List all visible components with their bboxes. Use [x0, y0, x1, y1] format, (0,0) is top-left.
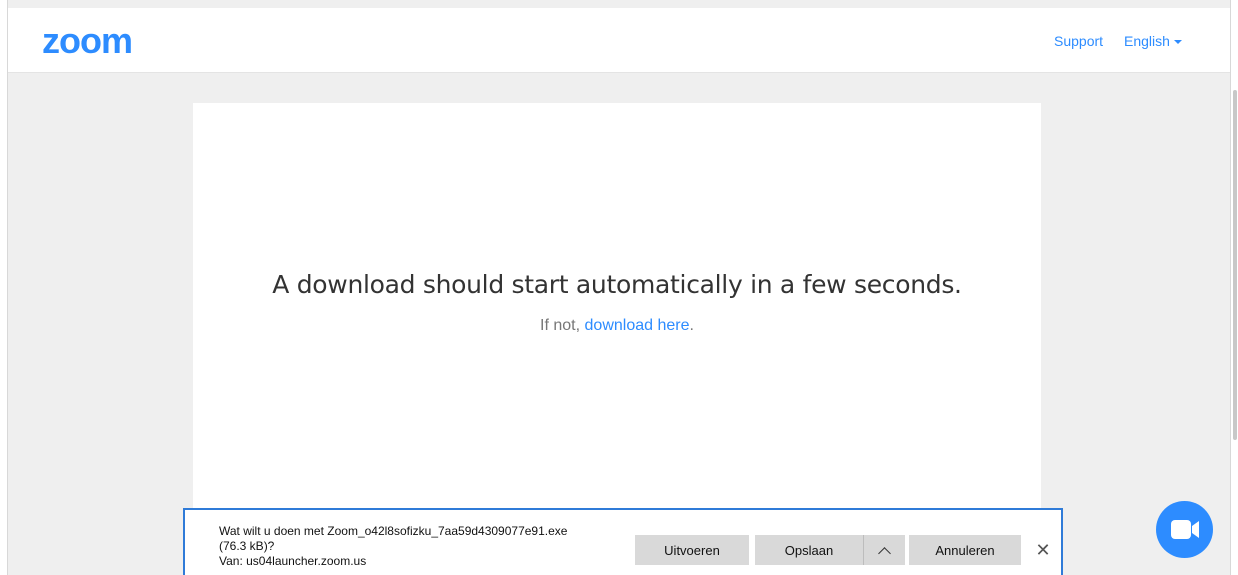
- support-link[interactable]: Support: [1054, 33, 1103, 49]
- language-selector[interactable]: English: [1124, 33, 1182, 49]
- download-subline: If not, download here.: [193, 317, 1041, 335]
- scrollbar-thumb[interactable]: [1233, 90, 1237, 440]
- download-card: A download should start automatically in…: [193, 103, 1041, 513]
- run-button[interactable]: Uitvoeren: [635, 535, 749, 565]
- download-here-link[interactable]: download here: [585, 317, 690, 334]
- site-header: zoom Support English: [8, 8, 1230, 73]
- language-label: English: [1124, 33, 1170, 49]
- download-prompt-filename: Wat wilt u doen met Zoom_o42l8sofizku_7a…: [219, 524, 568, 538]
- close-icon[interactable]: ✕: [1031, 536, 1055, 564]
- save-options-button[interactable]: [863, 535, 905, 565]
- window-border-left: [0, 0, 8, 575]
- download-notification-bar: Wat wilt u doen met Zoom_o42l8sofizku_7a…: [183, 508, 1063, 575]
- save-button[interactable]: Opslaan: [755, 535, 863, 565]
- caret-down-icon: [1173, 40, 1182, 45]
- download-source: Van: us04launcher.zoom.us: [219, 554, 367, 568]
- video-meeting-button[interactable]: [1156, 501, 1213, 558]
- download-prompt: Wat wilt u doen met Zoom_o42l8sofizku_7a…: [219, 524, 619, 569]
- window-scrollbar[interactable]: [1230, 0, 1238, 575]
- download-headline: A download should start automatically in…: [272, 270, 962, 299]
- download-prompt-size: (76.3 kB)?: [219, 539, 275, 553]
- subline-suffix: .: [689, 317, 694, 334]
- chevron-up-icon: [878, 547, 891, 560]
- cancel-button[interactable]: Annuleren: [909, 535, 1021, 565]
- zoom-logo[interactable]: zoom: [42, 20, 133, 62]
- subline-prefix: If not,: [540, 317, 585, 334]
- video-camera-icon: [1171, 520, 1199, 539]
